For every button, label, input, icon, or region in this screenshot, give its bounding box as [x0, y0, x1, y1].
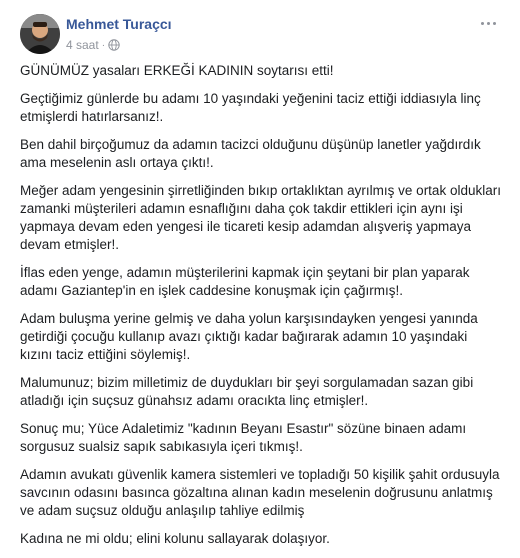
post-paragraph: İflas eden yenge, adamın müşterilerini k…: [20, 265, 470, 298]
post-content: GÜNÜMÜZ yasaları ERKEĞİ KADININ soytarıs…: [20, 62, 502, 558]
post-paragraph: Ben dahil birçoğumuz da adamın tacizci o…: [20, 137, 481, 170]
avatar[interactable]: [20, 14, 60, 54]
post-time[interactable]: 4 saat: [66, 38, 99, 52]
avatar-image: [20, 14, 60, 54]
author-name[interactable]: Mehmet Turaçcı: [66, 16, 172, 32]
post-paragraph: Malumunuz; bizim milletimiz de duyduklar…: [20, 375, 474, 408]
facebook-post: Mehmet Turaçcı 4 saat · GÜNÜMÜZ yasaları…: [0, 0, 520, 546]
meta-separator: ·: [101, 39, 106, 51]
post-paragraph: GÜNÜMÜZ yasaları ERKEĞİ KADININ soytarıs…: [20, 63, 334, 78]
post-paragraph: Sonuç mu; Yüce Adaletimiz "kadının Beyan…: [20, 421, 467, 454]
post-paragraph: Kadına ne mi oldu; elini kolunu sallayar…: [20, 531, 330, 546]
post-paragraph: Meğer adam yengesinin şirretliğinden bık…: [20, 183, 501, 252]
post-paragraph: Adamın avukatı güvenlik kamera sistemler…: [20, 467, 500, 518]
post-paragraph: Adam buluşma yerine gelmiş ve daha yolun…: [20, 311, 478, 362]
post-header: Mehmet Turaçcı 4 saat ·: [20, 12, 500, 56]
post-paragraph: Geçtiğimiz günlerde bu adamı 10 yaşındak…: [20, 91, 481, 124]
globe-icon[interactable]: [108, 39, 120, 51]
more-options-icon[interactable]: [478, 16, 498, 30]
post-meta: 4 saat ·: [66, 38, 120, 52]
